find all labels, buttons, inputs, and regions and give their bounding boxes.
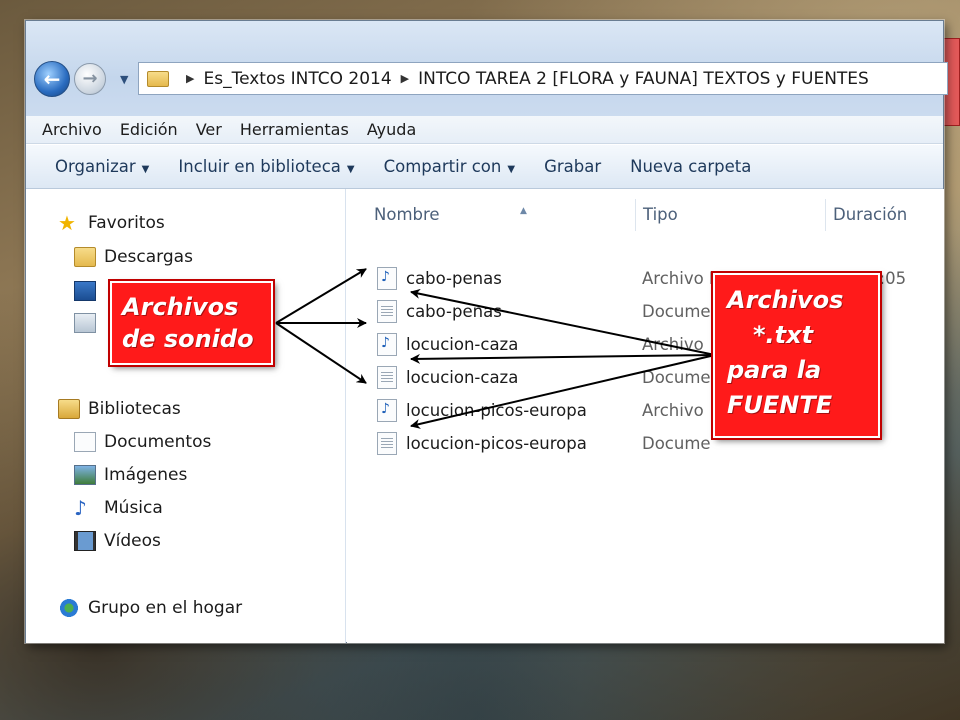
nav-musica[interactable]: ♪ Música xyxy=(74,498,163,518)
nav-favoritos[interactable]: ★ Favoritos xyxy=(58,213,165,233)
compartir-button[interactable]: Compartir con ▼ xyxy=(384,157,515,176)
breadcrumb-item[interactable]: INTCO TAREA 2 [FLORA y FAUNA] TEXTOS y F… xyxy=(418,69,869,89)
nav-sitios-recientes[interactable] xyxy=(74,313,104,333)
column-header-duracion[interactable]: Duración xyxy=(833,205,907,224)
nav-label: Grupo en el hogar xyxy=(88,598,243,618)
breadcrumb-separator-icon[interactable]: ▶ xyxy=(186,72,194,85)
folder-icon xyxy=(147,70,169,87)
text-file-icon xyxy=(377,300,397,323)
file-name: locucion-picos-europa xyxy=(406,434,587,453)
incluir-biblioteca-button[interactable]: Incluir en biblioteca ▼ xyxy=(178,157,354,176)
navigation-pane: ★ Favoritos Descargas Bibliotecas Docume… xyxy=(26,189,346,643)
menu-archivo[interactable]: Archivo xyxy=(42,120,102,139)
callout-line: Archivos xyxy=(727,286,844,314)
downloads-folder-icon xyxy=(74,247,96,267)
forward-button[interactable]: → xyxy=(74,63,106,95)
grabar-label: Grabar xyxy=(544,157,602,176)
nueva-carpeta-label: Nueva carpeta xyxy=(630,157,752,176)
nav-escritorio[interactable] xyxy=(74,281,104,301)
sort-ascending-icon: ▲ xyxy=(520,206,527,216)
callout-txt-files: Archivos *.txt para la FUENTE xyxy=(713,273,880,438)
callout-line: para la xyxy=(727,356,822,384)
title-bar: ← → ▼ ▶ Es_Textos INTCO 2014 ▶ INTCO TAR… xyxy=(26,21,948,116)
menu-ver[interactable]: Ver xyxy=(196,120,222,139)
nav-videos[interactable]: Vídeos xyxy=(74,531,161,551)
videos-icon xyxy=(74,531,96,551)
callout-line: *.txt xyxy=(753,321,814,349)
column-divider[interactable] xyxy=(825,199,826,231)
menu-bar: Archivo Edición Ver Herramientas Ayuda xyxy=(26,116,943,144)
recent-pages-dropdown[interactable]: ▼ xyxy=(120,73,132,86)
column-label: Tipo xyxy=(643,205,678,224)
nav-documentos[interactable]: Documentos xyxy=(74,432,211,452)
chevron-down-icon: ▼ xyxy=(507,164,516,175)
text-file-icon xyxy=(377,432,397,455)
documents-icon xyxy=(74,432,96,452)
nav-label: Música xyxy=(104,498,163,518)
star-icon: ★ xyxy=(58,211,76,235)
nav-label: Imágenes xyxy=(104,465,188,485)
grabar-button[interactable]: Grabar xyxy=(544,157,601,176)
menu-ayuda[interactable]: Ayuda xyxy=(367,120,416,139)
file-name: locucion-picos-europa xyxy=(406,401,587,420)
command-bar: Organizar ▼ Incluir en biblioteca ▼ Compar… xyxy=(26,145,943,189)
nueva-carpeta-button[interactable]: Nueva carpeta xyxy=(630,157,751,176)
compartir-label: Compartir con xyxy=(383,157,502,176)
callout-line: de sonido xyxy=(122,325,254,353)
homegroup-icon xyxy=(58,598,80,618)
column-header-tipo[interactable]: Tipo xyxy=(643,205,678,224)
organizar-label: Organizar xyxy=(55,157,136,176)
file-name: locucion-caza xyxy=(406,368,519,387)
callout-line: Archivos xyxy=(122,293,239,321)
file-name: cabo-penas xyxy=(406,269,502,288)
audio-file-icon xyxy=(377,399,397,422)
incluir-label: Incluir en biblioteca xyxy=(178,157,341,176)
breadcrumb-item[interactable]: Es_Textos INTCO 2014 xyxy=(203,69,391,89)
nav-label: Vídeos xyxy=(104,531,161,551)
column-header-nombre[interactable]: Nombre ▲ xyxy=(374,205,527,224)
nav-bibliotecas[interactable]: Bibliotecas xyxy=(58,399,181,419)
column-divider[interactable] xyxy=(635,199,636,231)
music-icon: ♪ xyxy=(74,496,87,520)
column-label: Nombre xyxy=(374,205,440,224)
libraries-icon xyxy=(58,399,80,419)
chevron-down-icon: ▼ xyxy=(141,164,150,175)
audio-file-icon xyxy=(377,333,397,356)
nav-label: Documentos xyxy=(104,432,212,452)
nav-descargas[interactable]: Descargas xyxy=(74,247,193,267)
desktop-icon xyxy=(74,281,96,301)
breadcrumb-separator-icon[interactable]: ▶ xyxy=(401,72,409,85)
menu-herramientas[interactable]: Herramientas xyxy=(240,120,349,139)
nav-label: Favoritos xyxy=(88,213,165,233)
address-bar[interactable]: ▶ Es_Textos INTCO 2014 ▶ INTCO TAREA 2 [… xyxy=(138,62,948,95)
file-name: cabo-penas xyxy=(406,302,502,321)
menu-edicion[interactable]: Edición xyxy=(120,120,178,139)
text-file-icon xyxy=(377,366,397,389)
column-label: Duración xyxy=(833,205,908,224)
nav-imagenes[interactable]: Imágenes xyxy=(74,465,187,485)
nav-label: Bibliotecas xyxy=(88,399,181,419)
nav-grupo-hogar[interactable]: Grupo en el hogar xyxy=(58,598,242,618)
chevron-down-icon: ▼ xyxy=(346,164,355,175)
callout-sound-files: Archivos de sonido xyxy=(110,281,273,365)
audio-file-icon xyxy=(377,267,397,290)
callout-line: FUENTE xyxy=(727,391,833,419)
pictures-icon xyxy=(74,465,96,485)
nav-label: Descargas xyxy=(104,247,193,267)
organizar-button[interactable]: Organizar ▼ xyxy=(55,157,149,176)
file-name: locucion-caza xyxy=(406,335,519,354)
back-button[interactable]: ← xyxy=(34,61,70,97)
recent-places-icon xyxy=(74,313,96,333)
